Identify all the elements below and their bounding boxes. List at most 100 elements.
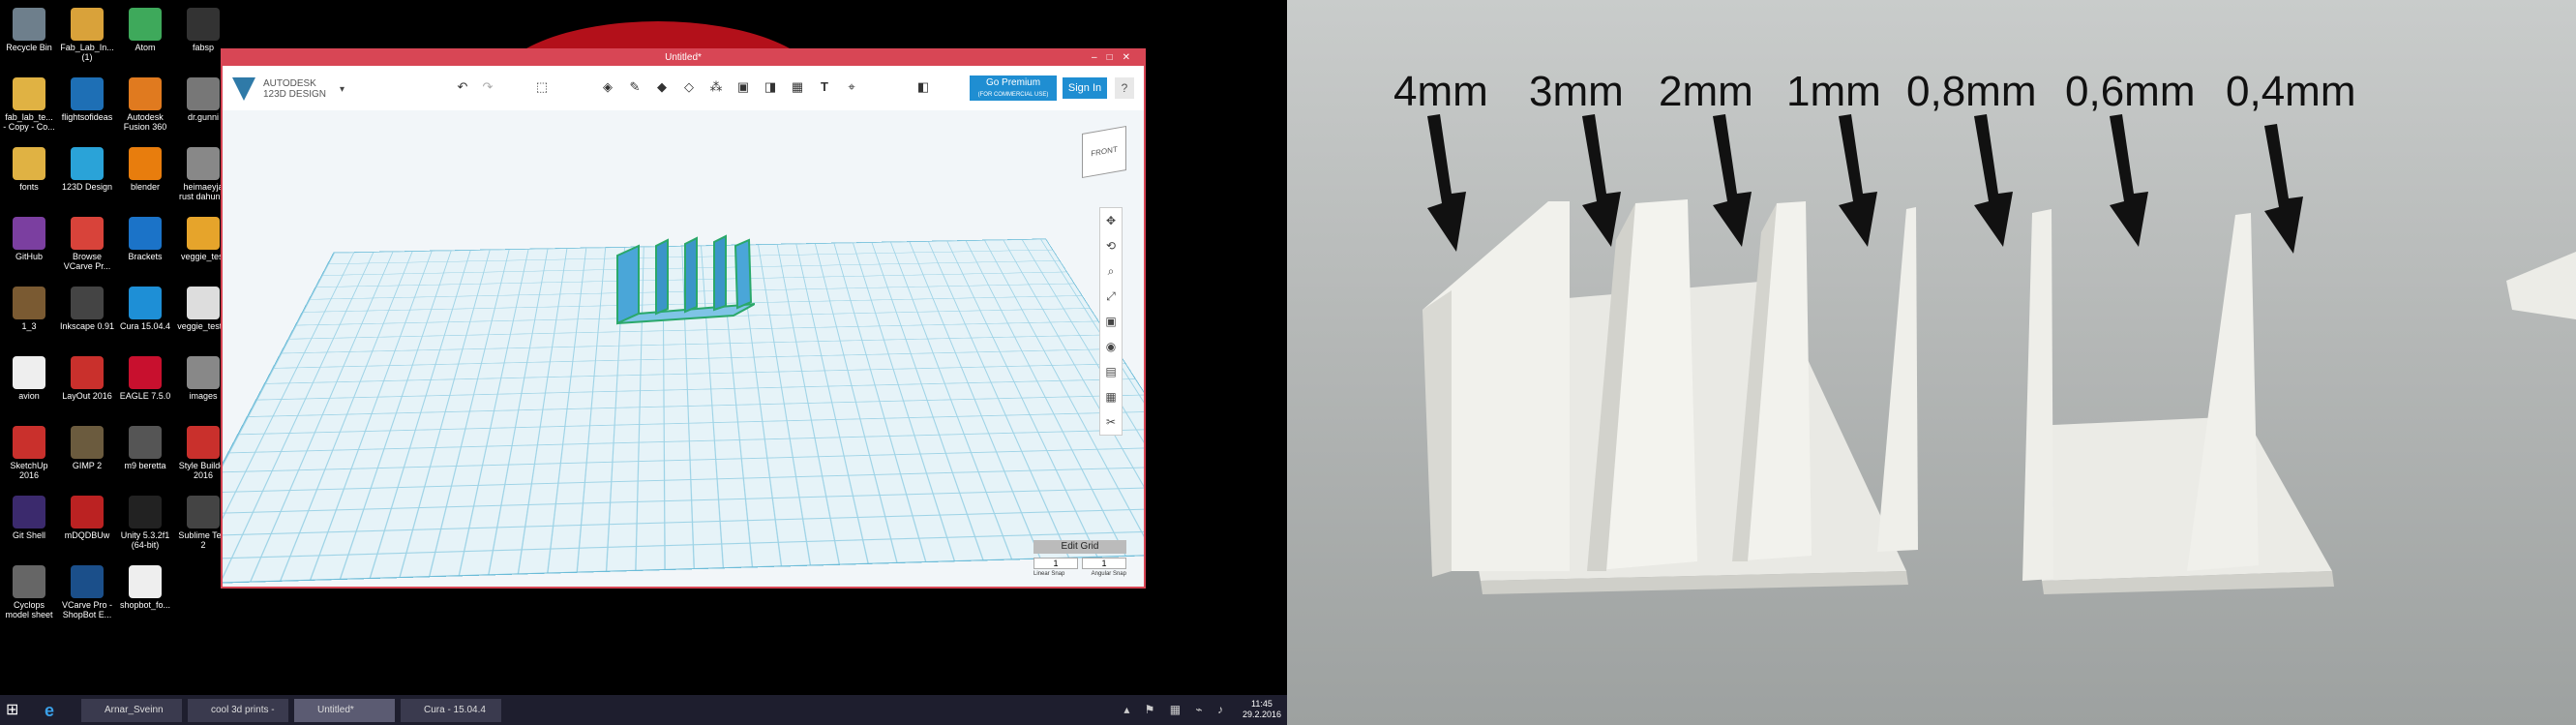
visibility-icon[interactable]: ◉ <box>1100 334 1122 359</box>
views-icon[interactable]: ▣ <box>1100 309 1122 334</box>
desktop-icon[interactable]: 1_3 <box>0 287 60 331</box>
desktop-icon[interactable]: Unity 5.3.2f1 (64-bit) <box>114 496 176 550</box>
folder-icon <box>13 147 45 180</box>
zip-icon <box>71 8 104 41</box>
settings-icon[interactable]: ✂ <box>1100 409 1122 435</box>
desktop-icon-label: Fab_Lab_In... (1) <box>60 43 114 62</box>
taskbar-item-cura[interactable]: Cura - 15.04.4 <box>401 699 501 722</box>
taskbar-item-chrome[interactable]: cool 3d prints - G... <box>188 699 288 722</box>
desktop-icon[interactable]: EAGLE 7.5.0 <box>114 356 176 401</box>
text-icon[interactable]: T <box>817 79 832 95</box>
desktop-icon[interactable]: avion <box>0 356 60 401</box>
taskbar-item-explorer[interactable]: Arnar_Sveinn <box>81 699 182 722</box>
desktop-icon[interactable]: Cura 15.04.4 <box>114 287 176 331</box>
angular-snap-input[interactable]: 1 <box>1082 558 1126 569</box>
desktop-icon[interactable]: SketchUp 2016 <box>0 426 60 480</box>
desktop-icon-label: m9 beretta <box>124 461 166 470</box>
orbit-icon[interactable]: ⟲ <box>1100 233 1122 258</box>
minimize-icon[interactable]: – <box>1092 52 1107 63</box>
pan-icon[interactable]: ✥ <box>1100 208 1122 233</box>
desktop-icon[interactable]: Brackets <box>114 217 176 261</box>
desktop-icon-label: Atom <box>135 43 156 52</box>
clock[interactable]: 11:45 29.2.2016 <box>1243 699 1281 720</box>
label-1mm: 1mm <box>1786 68 1881 115</box>
window-title: Untitled* <box>665 52 702 63</box>
desktop-icon[interactable]: Git Shell <box>0 496 60 540</box>
3d-model-part[interactable] <box>610 227 755 333</box>
zoom-icon[interactable]: ⌕ <box>1100 258 1122 284</box>
desktop-icon[interactable]: Inkscape 0.91 <box>56 287 118 331</box>
go-premium-button[interactable]: Go Premium (FOR COMMERCIAL USE) <box>970 76 1057 101</box>
stylebuilder-icon <box>187 426 220 459</box>
desktop-icon[interactable]: shopbot_fo... <box>114 565 176 610</box>
desktop-icon[interactable]: 123D Design <box>56 147 118 192</box>
desktop-icon[interactable]: mDQDBUw <box>56 496 118 540</box>
linear-snap-label: Linear Snap <box>1033 571 1065 577</box>
sketch-icon[interactable]: ✎ <box>627 79 643 95</box>
desktop-icon-label: GitHub <box>15 252 43 261</box>
layout-icon <box>71 356 104 389</box>
sign-in-button[interactable]: Sign In <box>1063 77 1107 99</box>
window-titlebar[interactable]: Untitled* –□✕ <box>223 50 1144 66</box>
navigation-toolbar: ✥ ⟲ ⌕ ⤢ ▣ ◉ ▤ ▦ ✂ <box>1099 207 1123 436</box>
image-icon <box>129 426 162 459</box>
clock-time: 11:45 <box>1251 699 1273 709</box>
transform-icon[interactable]: ⬚ <box>534 79 550 95</box>
chevron-down-icon[interactable]: ▾ <box>340 84 344 95</box>
measure-icon[interactable]: ▦ <box>790 79 805 95</box>
shell-icon <box>13 496 45 529</box>
material-icon[interactable]: ◧ <box>915 79 931 95</box>
primitives-icon[interactable]: ◈ <box>600 79 615 95</box>
windows-start-icon[interactable]: ⊞ <box>6 701 27 720</box>
taskbar: ⊞ e Arnar_Sveinn cool 3d prints - G... U… <box>0 695 1287 725</box>
grid-icon[interactable]: ▦ <box>1100 384 1122 409</box>
app-brand-menu[interactable]: AUTODESK 123D DESIGN ▾ <box>232 77 344 101</box>
close-icon[interactable]: ✕ <box>1123 52 1140 63</box>
edit-grid-button[interactable]: Edit Grid <box>1033 540 1126 554</box>
desktop-icon-label: 123D Design <box>61 182 113 192</box>
construct-icon[interactable]: ◆ <box>654 79 670 95</box>
brand-top-text: AUTODESK <box>263 78 316 89</box>
desktop-icon[interactable]: m9 beretta <box>114 426 176 470</box>
label-0-6mm: 0,6mm <box>2065 68 2196 115</box>
desktop-icon-label: shopbot_fo... <box>119 600 171 610</box>
label-0-8mm: 0,8mm <box>1906 68 2037 115</box>
desktop-icon[interactable]: Autodesk Fusion 360 <box>114 77 176 132</box>
clock-date: 29.2.2016 <box>1242 710 1281 719</box>
desktop-icon[interactable]: blender <box>114 147 176 192</box>
desktop-icon[interactable]: Cyclops model sheet <box>0 565 60 619</box>
linear-snap-input[interactable]: 1 <box>1033 558 1078 569</box>
combine-icon[interactable]: ◨ <box>763 79 778 95</box>
viewcube[interactable]: FRONT <box>1082 125 1126 179</box>
desktop-icon[interactable]: fonts <box>0 147 60 192</box>
redo-icon[interactable]: ↷ <box>480 79 495 95</box>
internet-explorer-icon[interactable]: e <box>45 701 66 720</box>
app-window-123d-design[interactable]: Untitled* –□✕ AUTODESK 123D DESIGN ▾ ↶ ↷… <box>221 48 1146 589</box>
desktop-icon[interactable]: fabsp <box>172 8 234 52</box>
desktop-icon[interactable]: Atom <box>114 8 176 52</box>
desktop-icon[interactable]: Browse VCarve Pr... <box>56 217 118 271</box>
snap-icon[interactable]: ⌖ <box>844 79 859 95</box>
desktop-icon[interactable]: VCarve Pro - ShopBot E... <box>56 565 118 619</box>
desktop-icon[interactable]: Fab_Lab_In... (1) <box>56 8 118 62</box>
help-button[interactable]: ? <box>1115 77 1134 99</box>
desktop-icon[interactable]: flightsofideas <box>56 77 118 122</box>
atom-icon <box>129 8 162 41</box>
desktop-icon[interactable]: Recycle Bin <box>0 8 60 52</box>
system-tray[interactable]: ▴ ⚑ ▦ ⌁ ♪ <box>1123 703 1229 716</box>
desktop-icon[interactable]: fab_lab_te... - Copy - Co... <box>0 77 60 132</box>
group-icon[interactable]: ▣ <box>735 79 751 95</box>
viewcube-label: FRONT <box>1091 144 1118 159</box>
undo-icon[interactable]: ↶ <box>455 79 470 95</box>
fit-icon[interactable]: ⤢ <box>1100 284 1122 309</box>
maximize-icon[interactable]: □ <box>1107 52 1123 63</box>
3d-viewport[interactable]: FRONT ✥ ⟲ ⌕ ⤢ ▣ ◉ ▤ ▦ ✂ Edit Grid 1 1 Li… <box>223 110 1144 587</box>
modify-icon[interactable]: ◇ <box>681 79 697 95</box>
desktop-icon[interactable]: GitHub <box>0 217 60 261</box>
taskbar-item-123d[interactable]: Untitled* <box>294 699 395 722</box>
desktop-icon[interactable]: GIMP 2 <box>56 426 118 470</box>
desktop-icon[interactable]: LayOut 2016 <box>56 356 118 401</box>
materials-icon[interactable]: ▤ <box>1100 359 1122 384</box>
pattern-icon[interactable]: ⁂ <box>708 79 724 95</box>
desktop-icon-label: fonts <box>19 182 39 192</box>
